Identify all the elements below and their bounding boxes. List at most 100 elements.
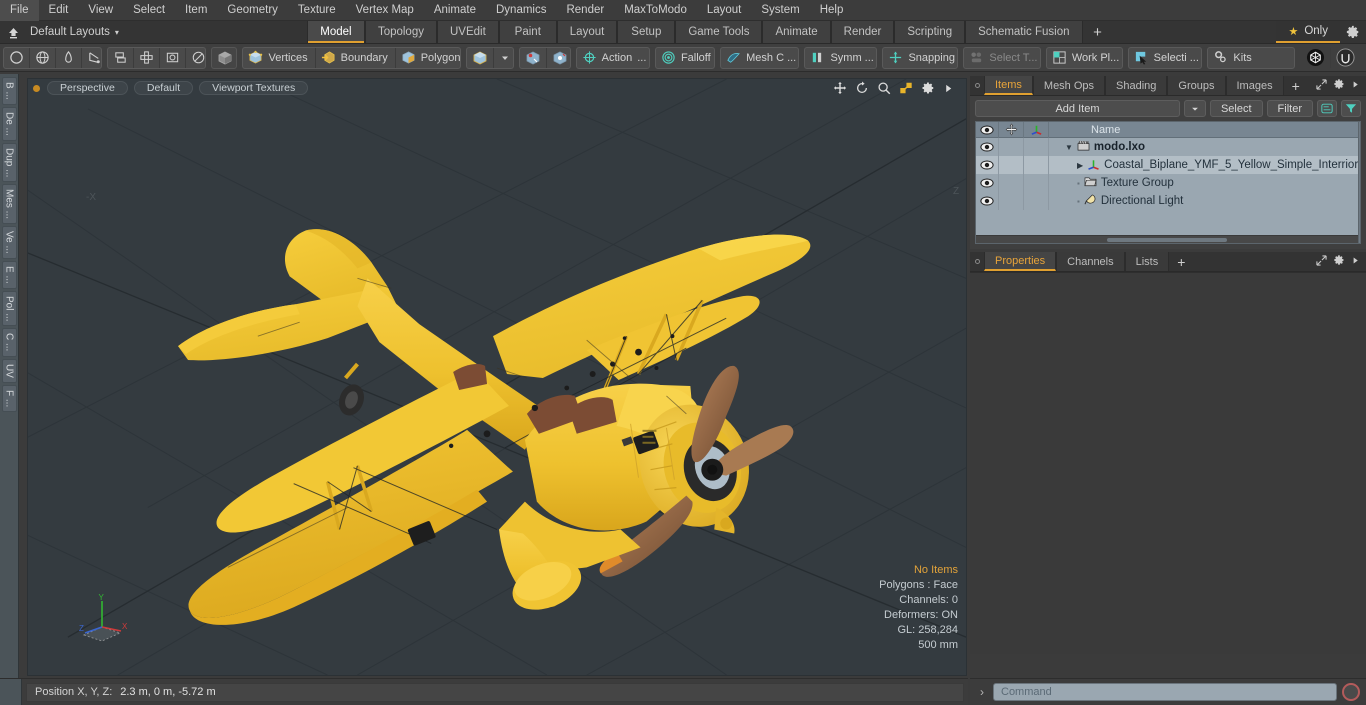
duplicate-icon[interactable]: [108, 48, 133, 68]
tab-items[interactable]: Items: [984, 76, 1033, 95]
row-axis-cell[interactable]: [1024, 156, 1049, 174]
filter-funnel-icon[interactable]: [1341, 100, 1361, 117]
vtab-vertex[interactable]: Ve ...: [1, 226, 17, 259]
play-arrow-icon[interactable]: [1351, 80, 1360, 92]
expand-icon[interactable]: [1316, 78, 1327, 93]
vtab-falloff[interactable]: F ...: [1, 384, 17, 412]
filter-button[interactable]: Filter: [1266, 100, 1313, 117]
menu-item-view[interactable]: View: [78, 0, 123, 21]
vtab-basic[interactable]: B ...: [1, 77, 17, 105]
add-panel-tab-button[interactable]: +: [1283, 76, 1308, 95]
tab-groups[interactable]: Groups: [1167, 76, 1226, 95]
cube-grey-icon[interactable]: [212, 48, 236, 68]
row-axis-cell[interactable]: [1024, 138, 1049, 156]
vtab-edge[interactable]: E ...: [1, 260, 17, 289]
fit-icon[interactable]: [899, 81, 913, 95]
menu-item-system[interactable]: System: [751, 0, 809, 21]
menu-item-vertex-map[interactable]: Vertex Map: [346, 0, 424, 21]
gear-icon[interactable]: [921, 81, 935, 95]
menu-item-edit[interactable]: Edit: [39, 0, 79, 21]
menu-item-animate[interactable]: Animate: [424, 0, 486, 21]
falloff-button[interactable]: Falloff: [656, 48, 714, 68]
zoom-icon[interactable]: [877, 81, 891, 95]
viewport-projection-dropdown[interactable]: Perspective: [47, 81, 128, 95]
item-row-directional-light[interactable]: ▪ Directional Light: [1049, 194, 1358, 209]
select-button[interactable]: Select: [1209, 100, 1263, 117]
viewport-shading-dropdown[interactable]: Viewport Textures: [199, 81, 309, 95]
row-axis-cell[interactable]: [1024, 174, 1049, 192]
unreal-icon[interactable]: [1330, 47, 1357, 68]
radial-icon[interactable]: [185, 47, 205, 68]
tab-channels[interactable]: Channels: [1056, 252, 1125, 271]
vtab-uv[interactable]: UV: [1, 358, 17, 383]
menu-item-file[interactable]: File: [0, 0, 39, 21]
cube-icon[interactable]: [467, 48, 493, 68]
row-visibility-toggle[interactable]: [976, 156, 999, 174]
tab-animate[interactable]: Animate: [762, 21, 831, 43]
add-item-dropdown-button[interactable]: [1183, 100, 1206, 117]
menu-item-layout[interactable]: Layout: [697, 0, 752, 21]
menu-item-select[interactable]: Select: [123, 0, 175, 21]
move-icon[interactable]: [833, 81, 847, 95]
pen-icon[interactable]: [55, 47, 81, 68]
default-layouts-dropdown[interactable]: Default Layouts ▾: [26, 21, 127, 43]
row-visibility-toggle[interactable]: [976, 192, 999, 210]
vtab-duplicate[interactable]: Dup ...: [1, 142, 17, 183]
properties-content-area[interactable]: [970, 272, 1366, 654]
add-properties-tab-button[interactable]: +: [1169, 252, 1194, 271]
gear-icon[interactable]: [1333, 254, 1345, 269]
selection-set-button[interactable]: Selecti ...: [1129, 48, 1202, 68]
align-icon[interactable]: [133, 47, 159, 68]
list-options-icon[interactable]: [1317, 100, 1337, 117]
menu-item-maxtomodo[interactable]: MaxToModo: [614, 0, 697, 21]
tab-images[interactable]: Images: [1225, 76, 1284, 95]
add-item-button[interactable]: Add Item: [975, 100, 1180, 117]
tab-schematic-fusion[interactable]: Schematic Fusion: [965, 21, 1083, 43]
globe-icon[interactable]: [29, 47, 55, 68]
kits-button[interactable]: Kits: [1208, 48, 1258, 68]
cube-center-icon[interactable]: [545, 47, 570, 68]
table-row[interactable]: ▶ Coastal_Biplane_YMF_5_Yellow_Simple_In…: [976, 156, 1359, 174]
tab-setup[interactable]: Setup: [617, 21, 676, 43]
frame-icon[interactable]: [159, 47, 185, 68]
vtab-mesh[interactable]: Mes ...: [1, 184, 17, 225]
polygons-mode-button[interactable]: Polygons: [394, 47, 460, 68]
table-row[interactable]: ▪ Directional Light: [976, 192, 1359, 210]
vertices-mode-button[interactable]: Vertices: [243, 48, 314, 68]
menu-item-item[interactable]: Item: [175, 0, 217, 21]
row-lock-cell[interactable]: [999, 138, 1024, 156]
tab-paint[interactable]: Paint: [498, 21, 557, 43]
work-plane-button[interactable]: Work Pl...: [1047, 48, 1122, 68]
table-row[interactable]: ▼ modo.lxo: [976, 138, 1359, 156]
tab-render[interactable]: Render: [830, 21, 895, 43]
play-arrow-icon[interactable]: [1351, 256, 1360, 268]
viewport-3d[interactable]: -X Z Perspective Default Viewport Textur…: [27, 78, 967, 676]
curve-icon[interactable]: [81, 47, 101, 68]
play-arrow-icon[interactable]: [943, 83, 954, 94]
expand-icon[interactable]: [1316, 254, 1327, 269]
tab-uvedit[interactable]: UVEdit: [436, 21, 499, 43]
tab-properties[interactable]: Properties: [984, 252, 1057, 271]
tab-shading[interactable]: Shading: [1105, 76, 1168, 95]
menu-item-help[interactable]: Help: [810, 0, 854, 21]
tab-model[interactable]: Model: [306, 21, 365, 43]
table-row[interactable]: ▪ Texture Group: [976, 174, 1359, 192]
row-lock-cell[interactable]: [999, 192, 1024, 210]
circle-icon[interactable]: [4, 48, 29, 68]
action-center-button[interactable]: Action ...: [577, 48, 649, 68]
tab-game-tools[interactable]: Game Tools: [675, 21, 763, 43]
item-row-biplane-mesh[interactable]: ▶ Coastal_Biplane_YMF_5_Yellow_Simple_In…: [1049, 158, 1358, 173]
item-tree-vertical-scrollbar[interactable]: [1358, 122, 1360, 243]
rotate-icon[interactable]: [855, 81, 869, 95]
boundary-mode-button[interactable]: Boundary: [314, 47, 395, 68]
viewport-style-dropdown[interactable]: Default: [133, 81, 194, 95]
command-input[interactable]: Command: [993, 683, 1337, 701]
row-lock-cell[interactable]: [999, 174, 1024, 192]
select-through-button[interactable]: Select T...: [964, 48, 1039, 68]
snapping-button[interactable]: Snapping: [883, 48, 957, 68]
row-visibility-toggle[interactable]: [976, 138, 999, 156]
row-visibility-toggle[interactable]: [976, 174, 999, 192]
eye-icon[interactable]: [976, 122, 999, 138]
cube-pivot-icon[interactable]: [520, 48, 546, 68]
row-axis-cell[interactable]: [1024, 192, 1049, 210]
